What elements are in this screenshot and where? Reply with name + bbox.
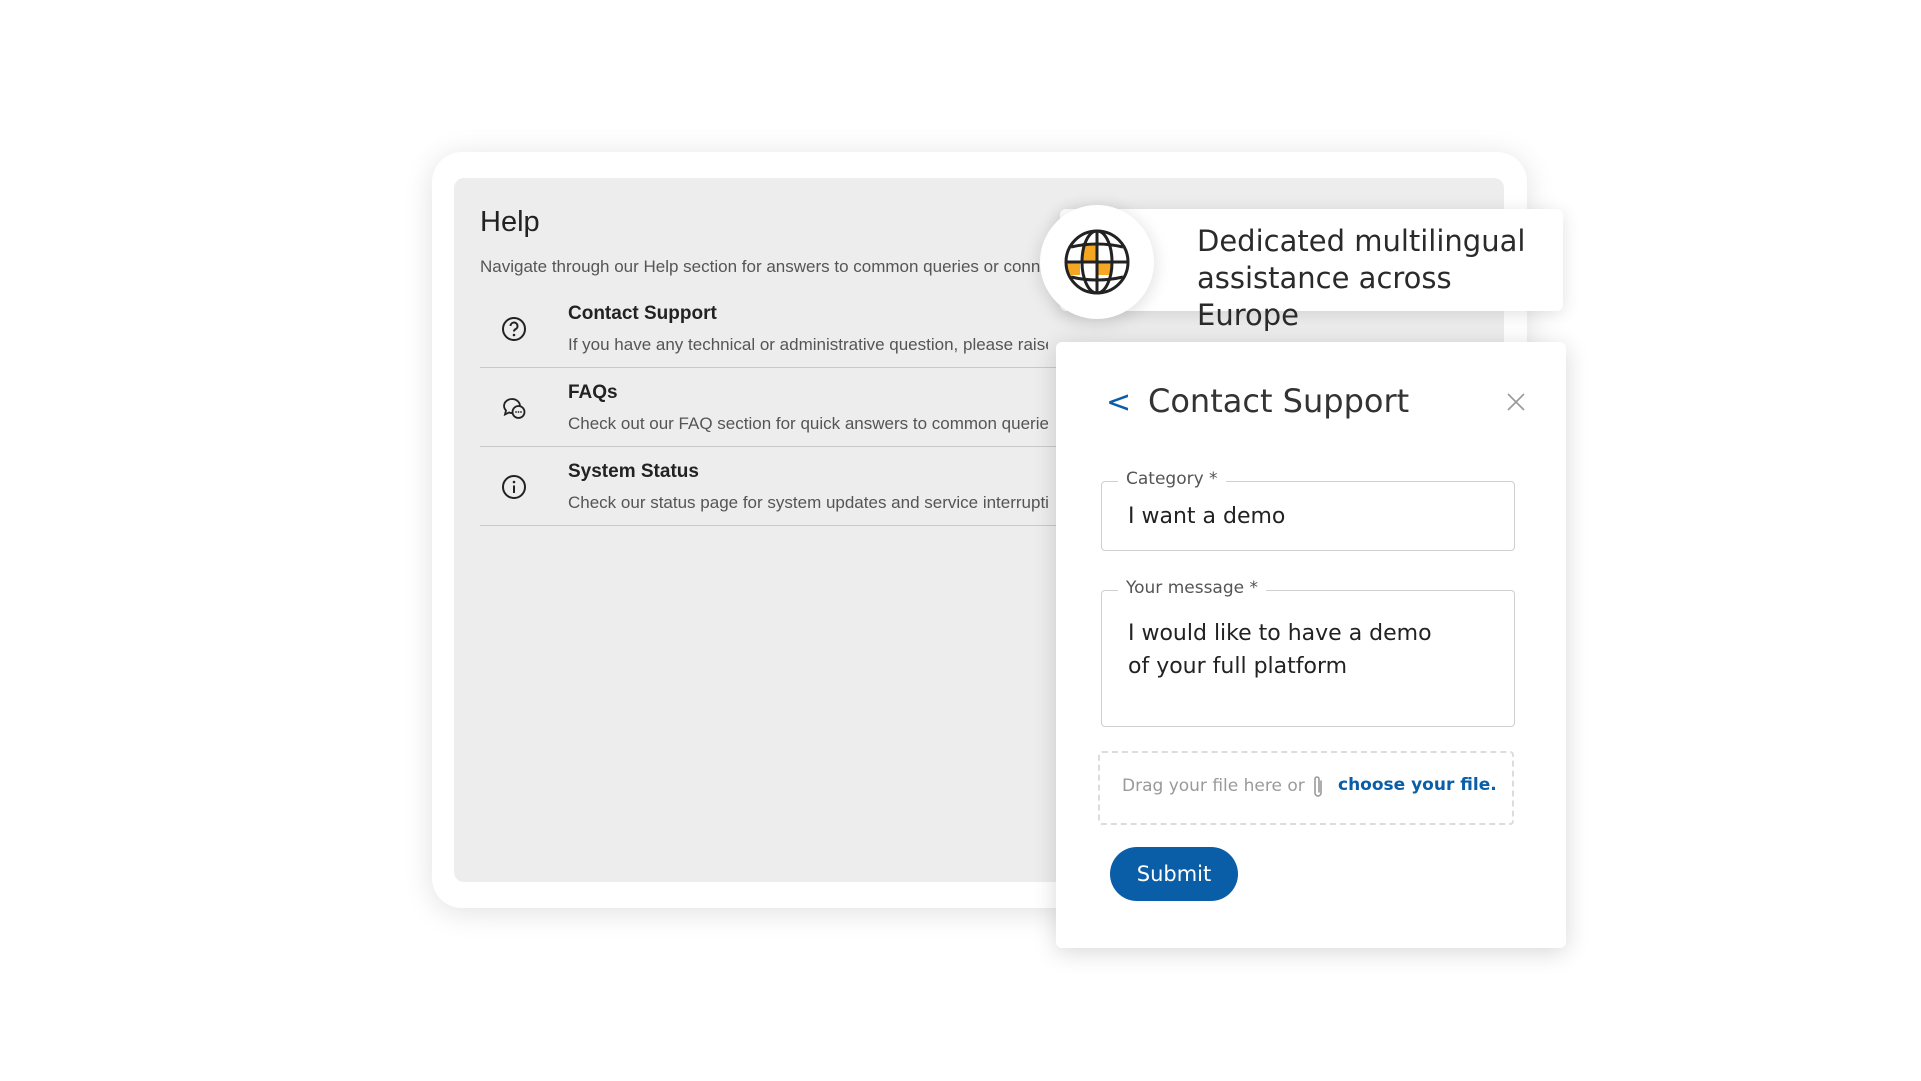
dropzone-text: Drag your file here or (1122, 776, 1305, 796)
category-value: I want a demo (1128, 504, 1286, 529)
help-item-title: System Status (568, 461, 699, 482)
help-item-description: Check our status page for system updates… (568, 493, 1048, 512)
choose-file-link[interactable]: choose your file. (1338, 775, 1497, 795)
message-field[interactable]: Your message * I would like to have a de… (1101, 578, 1515, 727)
question-circle-icon (502, 317, 526, 341)
globe-badge (1040, 205, 1154, 319)
info-circle-icon (502, 475, 526, 499)
back-button[interactable]: < (1106, 385, 1131, 420)
banner-text: Dedicated multilingual assistance across… (1197, 224, 1526, 332)
globe-icon (1064, 229, 1130, 295)
page-title: Help (480, 206, 540, 238)
help-item-title: FAQs (568, 382, 618, 403)
page-subtitle: Navigate through our Help section for an… (480, 257, 1040, 276)
modal-title: Contact Support (1148, 382, 1410, 420)
chat-bubbles-icon (503, 398, 526, 419)
help-item-description: Check out our FAQ section for quick answ… (568, 414, 1048, 433)
submit-button[interactable]: Submit (1110, 847, 1238, 901)
help-item-title: Contact Support (568, 303, 717, 324)
message-label: Your message * (1118, 578, 1266, 598)
close-icon[interactable] (1504, 390, 1528, 414)
message-line-1: I would like to have a demo (1128, 621, 1432, 646)
file-dropzone[interactable]: Drag your file here or choose your file. (1098, 751, 1514, 825)
category-label: Category * (1118, 469, 1226, 489)
paperclip-icon (1314, 776, 1322, 797)
message-line-2: of your full platform (1128, 654, 1348, 679)
help-item-description: If you have any technical or administrat… (568, 335, 1048, 354)
contact-support-modal: < Contact Support Category * I want a de… (1056, 342, 1566, 948)
category-field[interactable]: Category * I want a demo (1101, 469, 1515, 551)
